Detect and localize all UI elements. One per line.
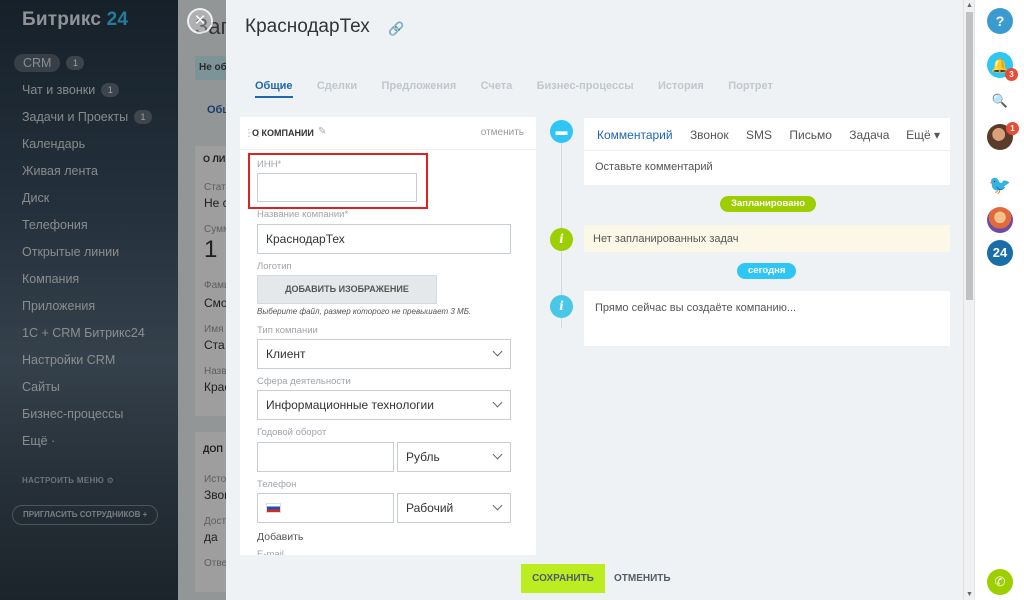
- notification-count-badge: 3: [1005, 68, 1018, 81]
- inn-input[interactable]: [257, 173, 417, 202]
- currency-select[interactable]: Рубль: [397, 442, 511, 472]
- avatar-count-badge: 1: [1006, 122, 1019, 135]
- scroll-thumb[interactable]: [966, 12, 973, 300]
- section-title: О КОМПАНИИ: [252, 128, 314, 138]
- comment-input[interactable]: Оставьте комментарий: [595, 161, 713, 173]
- tab-bizproc[interactable]: Бизнес-процессы: [537, 80, 634, 96]
- entity-tabs: Общие Сделки Предложения Счета Бизнес-пр…: [255, 78, 794, 100]
- comment-icon: ▬: [550, 120, 573, 143]
- phone-input[interactable]: [257, 493, 394, 523]
- tab-deals[interactable]: Сделки: [317, 80, 357, 96]
- link-icon[interactable]: 🔗: [388, 21, 404, 37]
- tab-comment[interactable]: Комментарий: [597, 128, 673, 142]
- bird-icon[interactable]: 🐦: [987, 172, 1013, 198]
- logo-label: Логотип: [257, 261, 292, 272]
- phone-icon[interactable]: ✆: [987, 569, 1013, 595]
- company-create-panel: КраснодарТех 🔗 Общие Сделки Предложения …: [226, 0, 963, 600]
- tab-portrait[interactable]: Портрет: [728, 80, 773, 96]
- pencil-icon[interactable]: ✎: [318, 126, 326, 137]
- russia-flag-icon[interactable]: [266, 503, 281, 513]
- phone-label: Телефон: [257, 479, 297, 490]
- company-name-label: Название компании*: [257, 209, 349, 220]
- company-form-card: ⋮⋮ О КОМПАНИИ ✎ отменить ИНН* Название к…: [240, 117, 536, 557]
- cancel-button[interactable]: ОТМЕНИТЬ: [614, 564, 671, 593]
- timeline-tabs: Комментарий Звонок SMS Письмо Задача: [597, 128, 903, 142]
- section-cancel-link[interactable]: отменить: [481, 127, 524, 138]
- tab-sms[interactable]: SMS: [746, 128, 772, 142]
- add-image-button[interactable]: ДОБАВИТЬ ИЗОБРАЖЕНИЕ: [257, 275, 437, 304]
- more-dropdown[interactable]: Ещё ▾: [906, 128, 940, 142]
- timeline-divider: [584, 150, 950, 151]
- inn-label: ИНН*: [257, 159, 282, 170]
- revenue-input[interactable]: [257, 442, 394, 472]
- tab-general[interactable]: Общие: [255, 80, 293, 98]
- help-icon[interactable]: ?: [987, 8, 1013, 34]
- tab-invoices[interactable]: Счета: [481, 80, 513, 96]
- no-tasks-card: Нет запланированных задач: [584, 225, 950, 252]
- tab-quotes[interactable]: Предложения: [382, 80, 457, 96]
- scroll-up-arrow-icon[interactable]: ▲: [966, 2, 973, 9]
- page-title: КраснодарТех: [245, 16, 370, 37]
- company-type-label: Тип компании: [257, 325, 318, 336]
- company-type-select[interactable]: Клиент: [257, 339, 511, 369]
- section-header: ⋮⋮ О КОМПАНИИ ✎ отменить: [240, 117, 536, 150]
- close-slider-button[interactable]: ×: [187, 8, 213, 34]
- industry-select[interactable]: Информационные технологии: [257, 390, 511, 420]
- industry-label: Сфера деятельности: [257, 376, 351, 387]
- tab-email[interactable]: Письмо: [789, 128, 832, 142]
- info-icon: i: [550, 228, 573, 251]
- save-button[interactable]: СОХРАНИТЬ: [521, 564, 605, 593]
- search-icon[interactable]: 🔍: [987, 88, 1013, 114]
- revenue-label: Годовой оборот: [257, 427, 327, 438]
- panel-scrollbar[interactable]: ▲ ▼: [963, 0, 974, 600]
- no-tasks-text: Нет запланированных задач: [593, 233, 739, 245]
- planned-badge: Запланировано: [720, 196, 817, 212]
- creating-text: Прямо сейчас вы создаёте компанию...: [595, 302, 797, 314]
- phone-type-select[interactable]: Рабочий: [397, 493, 511, 523]
- bitrix24-icon[interactable]: 24: [987, 240, 1013, 266]
- tab-task[interactable]: Задача: [849, 128, 889, 142]
- tab-history[interactable]: История: [658, 80, 704, 96]
- company-name-input[interactable]: КраснодарТех: [257, 224, 511, 254]
- tab-call[interactable]: Звонок: [690, 128, 729, 142]
- info-icon: i: [550, 295, 573, 318]
- add-phone-link[interactable]: Добавить: [257, 531, 303, 543]
- scroll-down-arrow-icon[interactable]: ▼: [966, 591, 973, 598]
- today-badge: сегодня: [737, 263, 797, 279]
- timeline-editor: Комментарий Звонок SMS Письмо Задача Ещё…: [584, 118, 950, 185]
- form-footer: СОХРАНИТЬ ОТМЕНИТЬ: [226, 555, 963, 600]
- avatar[interactable]: [987, 207, 1013, 233]
- file-size-hint: Выберите файл, размер которого не превыш…: [257, 307, 472, 316]
- right-toolbar: ? 🔔 3 🔍 1 🐦 24 ✆: [974, 0, 1024, 600]
- creating-card: Прямо сейчас вы создаёте компанию...: [584, 291, 950, 346]
